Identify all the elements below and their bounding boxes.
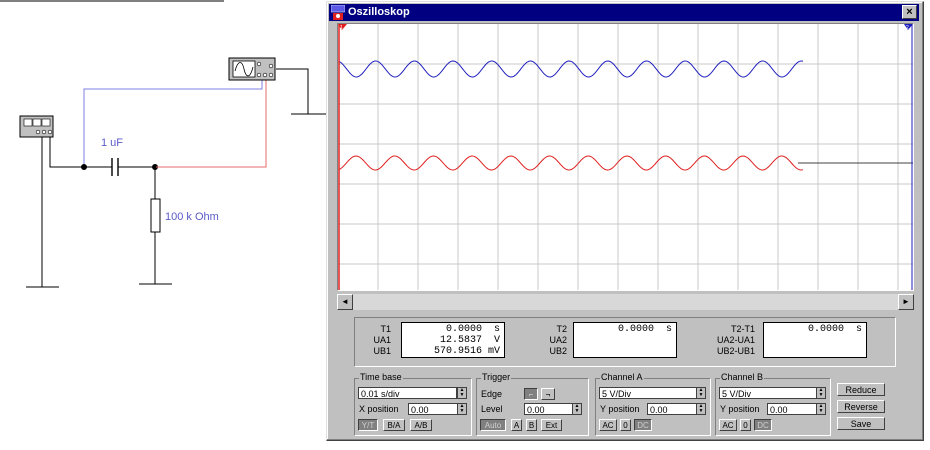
reduce-button[interactable]: Reduce <box>837 383 885 396</box>
trigger-auto-button[interactable]: Auto <box>480 419 506 431</box>
channel-a-ac-button[interactable]: AC <box>599 419 617 431</box>
channel-a-ypos-spinner[interactable]: ▲ ▼ <box>696 403 706 415</box>
cursor-2-label: 2 <box>906 25 909 31</box>
channel-a-ypos-input[interactable]: 0.00 <box>647 403 697 415</box>
channel-b-volts-spinner[interactable]: ▲ ▼ <box>816 387 826 399</box>
channel-b-trace <box>338 155 804 171</box>
close-button[interactable]: × <box>902 5 917 19</box>
channel-a-dc-button[interactable]: DC <box>634 419 652 431</box>
app-icon <box>331 5 345 20</box>
x-position-label: X position <box>359 404 399 414</box>
trigger-level-input[interactable]: 0.00 <box>524 403 573 415</box>
scroll-left-button[interactable]: ◄ <box>337 294 353 310</box>
channel-b-ypos-spinner[interactable]: ▲ ▼ <box>816 403 826 415</box>
channel-b-ac-button[interactable]: AC <box>719 419 737 431</box>
channel-b-ypos-label: Y position <box>720 404 760 414</box>
channel-a-ypos-label: Y position <box>600 404 640 414</box>
ua1-label: UA1 <box>373 335 391 345</box>
ua2-ua1-label: UA2-UA1 <box>716 335 755 345</box>
channel-b-group: Channel B 5 V/Div ▲ ▼ Y position 0.00 ▲ ▼ … <box>715 372 831 436</box>
time-base-spinner[interactable]: ▲ ▼ <box>457 387 467 399</box>
ab-mode-button[interactable]: A/B <box>410 419 432 431</box>
trigger-level-spinner[interactable]: ▲ ▼ <box>572 403 582 415</box>
channel-b-dc-button[interactable]: DC <box>754 419 772 431</box>
scope-screen[interactable]: 1 2 <box>337 23 914 291</box>
scope-display: 1 2 <box>338 24 913 290</box>
cursor-readout-panel: T1 UA1 UB1 0.0000 s 12.5837 V 570.9516 m… <box>354 317 896 367</box>
window-title: Oszilloskop <box>348 6 410 18</box>
ub2-label: UB2 <box>549 346 567 356</box>
channel-a-trace <box>338 60 804 78</box>
t1-readout: 0.0000 s 12.5837 V 570.9516 mV <box>401 322 505 358</box>
yt-mode-button[interactable]: Y/T <box>358 419 378 431</box>
trigger-group: Trigger Edge ⌐ ¬ Level 0.00 ▲ ▼ Auto A B … <box>476 372 589 436</box>
x-position-input[interactable]: 0.00 <box>408 403 458 415</box>
ba-mode-button[interactable]: B/A <box>383 419 405 431</box>
t2-t1-readout: 0.0000 s <box>763 322 867 358</box>
ub2-ub1-label: UB2-UB1 <box>716 346 755 356</box>
ua1-value: 12.5837 V <box>439 335 500 346</box>
oscilloscope-icon[interactable] <box>228 57 276 81</box>
scroll-right-button[interactable]: ► <box>898 294 914 310</box>
channel-a-zero-button[interactable]: 0 <box>620 419 631 431</box>
title-bar[interactable]: Oszilloskop × <box>329 4 919 21</box>
horizontal-scrollbar[interactable]: ◄ ► <box>337 294 914 310</box>
trigger-b-button[interactable]: B <box>526 419 537 431</box>
ua2-label: UA2 <box>549 335 567 345</box>
rising-edge-button[interactable]: ⌐ <box>524 388 538 400</box>
trigger-a-button[interactable]: A <box>511 419 522 431</box>
trigger-title: Trigger <box>481 372 512 383</box>
x-position-spinner[interactable]: ▲ ▼ <box>457 403 467 415</box>
t2-label: T2 <box>556 324 567 334</box>
falling-edge-button[interactable]: ¬ <box>541 388 555 400</box>
time-base-select[interactable]: 0.01 s/div <box>358 387 457 399</box>
edge-label: Edge <box>481 389 503 399</box>
channel-a-volts-select[interactable]: 5 V/Div <box>599 387 697 399</box>
t2-value: 0.0000 s <box>617 324 672 335</box>
t2-t1-label: T2-T1 <box>730 324 755 334</box>
function-generator-icon[interactable] <box>19 115 54 138</box>
t2-t1-value: 0.0000 s <box>807 324 862 335</box>
time-base-title: Time base <box>359 372 403 383</box>
channel-a-group: Channel A 5 V/Div ▲ ▼ Y position 0.00 ▲ ▼ … <box>595 372 711 436</box>
channel-a-title: Channel A <box>600 372 644 383</box>
capacitor-label: 1 uF <box>101 137 124 149</box>
channel-b-ypos-input[interactable]: 0.00 <box>767 403 817 415</box>
ub1-value: 570.9516 mV <box>433 346 500 357</box>
grid <box>338 24 913 290</box>
channel-b-title: Channel B <box>720 372 765 383</box>
trigger-ext-button[interactable]: Ext <box>541 419 562 431</box>
time-base-group: Time base 0.01 s/div ▲ ▼ X position 0.00 … <box>354 372 472 436</box>
t1-value: 0.0000 s <box>445 324 500 335</box>
t1-label: T1 <box>380 324 391 334</box>
level-label: Level <box>481 404 503 414</box>
oscilloscope-window: Oszilloskop × 1 2 ◄ ► T1 UA1 UB1 0.0000 … <box>326 1 924 441</box>
t2-readout: 0.0000 s <box>573 322 677 358</box>
resistor-label: 100 k Ohm <box>165 211 219 223</box>
channel-b-zero-button[interactable]: 0 <box>740 419 751 431</box>
ub1-label: UB1 <box>373 346 391 356</box>
cursor-1-label: 1 <box>340 25 343 31</box>
channel-a-volts-spinner[interactable]: ▲ ▼ <box>696 387 706 399</box>
save-button[interactable]: Save <box>837 417 885 430</box>
reverse-button[interactable]: Reverse <box>837 400 885 413</box>
channel-b-volts-select[interactable]: 5 V/Div <box>719 387 817 399</box>
